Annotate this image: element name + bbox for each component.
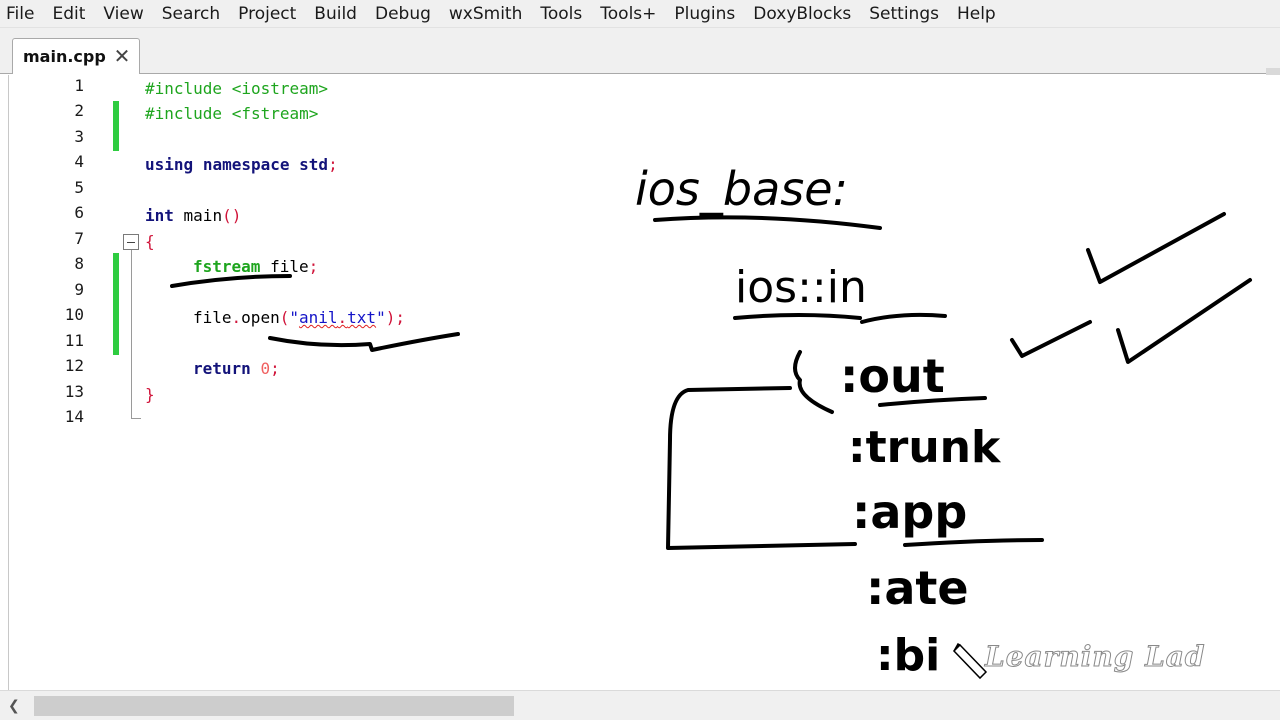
code-line-8: fstream file; xyxy=(193,254,318,279)
menu-file[interactable]: File xyxy=(0,0,43,28)
code-editor[interactable]: 1 2 3 4 5 6 7 8 9 10 11 12 13 14 #includ… xyxy=(0,75,1280,690)
line-number: 8 xyxy=(74,254,84,273)
fold-guide xyxy=(131,250,132,418)
line-number: 5 xyxy=(74,178,84,197)
punctuation: ( xyxy=(279,308,290,327)
line-number: 7 xyxy=(74,229,84,248)
tab-label: main.cpp xyxy=(23,47,106,66)
code-line-12: return 0; xyxy=(193,356,280,381)
menu-view[interactable]: View xyxy=(94,0,152,28)
code-line-10: file.open("anil.txt"); xyxy=(193,305,405,330)
line-number: 11 xyxy=(64,331,84,350)
code-line-13: } xyxy=(145,382,155,407)
tab-main-cpp[interactable]: main.cpp ✕ xyxy=(12,38,140,74)
string-literal: " xyxy=(376,308,386,327)
fold-guide-end xyxy=(131,418,141,419)
code-line-4: using namespace std; xyxy=(145,152,338,177)
string-literal: txt xyxy=(347,308,377,327)
menu-tools-plus[interactable]: Tools+ xyxy=(591,0,665,28)
string-literal: anil xyxy=(298,308,338,327)
identifier: main xyxy=(173,206,223,225)
code-line-7: { xyxy=(145,229,155,254)
menu-bar: File Edit View Search Project Build Debu… xyxy=(0,0,1280,28)
keyword: return xyxy=(193,359,251,378)
menu-settings[interactable]: Settings xyxy=(860,0,948,28)
punctuation: . xyxy=(231,308,242,327)
menu-tools[interactable]: Tools xyxy=(531,0,591,28)
punctuation: ); xyxy=(385,308,405,327)
identifier: open xyxy=(241,308,280,327)
change-marker xyxy=(113,253,119,355)
code-line-2: #include <fstream> xyxy=(145,101,318,126)
menu-search[interactable]: Search xyxy=(153,0,229,28)
line-number: 2 xyxy=(74,101,84,120)
preprocessor-directive: #include <iostream> xyxy=(145,79,329,98)
punctuation: ; xyxy=(308,257,319,276)
menu-project[interactable]: Project xyxy=(229,0,305,28)
identifier: file xyxy=(193,308,232,327)
menu-edit[interactable]: Edit xyxy=(43,0,94,28)
keyword: namespace xyxy=(202,155,290,174)
identifier: file xyxy=(260,257,309,276)
keyword: std xyxy=(299,155,329,174)
menu-build[interactable]: Build xyxy=(305,0,366,28)
line-number: 6 xyxy=(74,203,84,222)
menu-help[interactable]: Help xyxy=(948,0,1005,28)
menu-plugins[interactable]: Plugins xyxy=(665,0,744,28)
string-literal: " xyxy=(289,308,299,327)
punctuation: () xyxy=(222,206,242,225)
line-number: 10 xyxy=(64,305,84,324)
punctuation: ; xyxy=(270,359,280,378)
preprocessor-directive: #include <fstream> xyxy=(145,104,319,123)
code-line-1: #include <iostream> xyxy=(145,76,328,101)
keyword: int xyxy=(145,206,174,225)
menu-doxyblocks[interactable]: DoxyBlocks xyxy=(744,0,860,28)
scrollbar-thumb[interactable] xyxy=(34,696,514,716)
punctuation: ; xyxy=(328,155,338,174)
number-literal: 0 xyxy=(260,359,271,378)
line-number: 14 xyxy=(64,407,84,426)
fold-toggle-icon[interactable] xyxy=(123,234,139,250)
code-line-6: int main() xyxy=(145,203,241,228)
scroll-left-arrow-icon[interactable]: ❮ xyxy=(8,697,24,715)
menu-debug[interactable]: Debug xyxy=(366,0,440,28)
punctuation: { xyxy=(145,232,155,251)
line-number: 9 xyxy=(74,280,84,299)
close-icon[interactable]: ✕ xyxy=(111,45,133,67)
line-number: 13 xyxy=(64,382,84,401)
keyword: using xyxy=(145,155,194,174)
line-number: 3 xyxy=(74,127,84,146)
punctuation: } xyxy=(145,385,155,404)
line-number: 4 xyxy=(74,152,84,171)
line-number: 1 xyxy=(74,76,84,95)
menu-wxsmith[interactable]: wxSmith xyxy=(440,0,531,28)
editor-tab-strip: main.cpp ✕ xyxy=(0,28,1280,104)
change-marker xyxy=(113,101,119,151)
line-number: 12 xyxy=(64,356,84,375)
horizontal-scrollbar[interactable]: ❮ xyxy=(0,690,1280,720)
punctuation: . xyxy=(337,308,348,327)
type-name: fstream xyxy=(193,257,261,276)
watermark-logo: Learning Lad xyxy=(984,640,1206,674)
